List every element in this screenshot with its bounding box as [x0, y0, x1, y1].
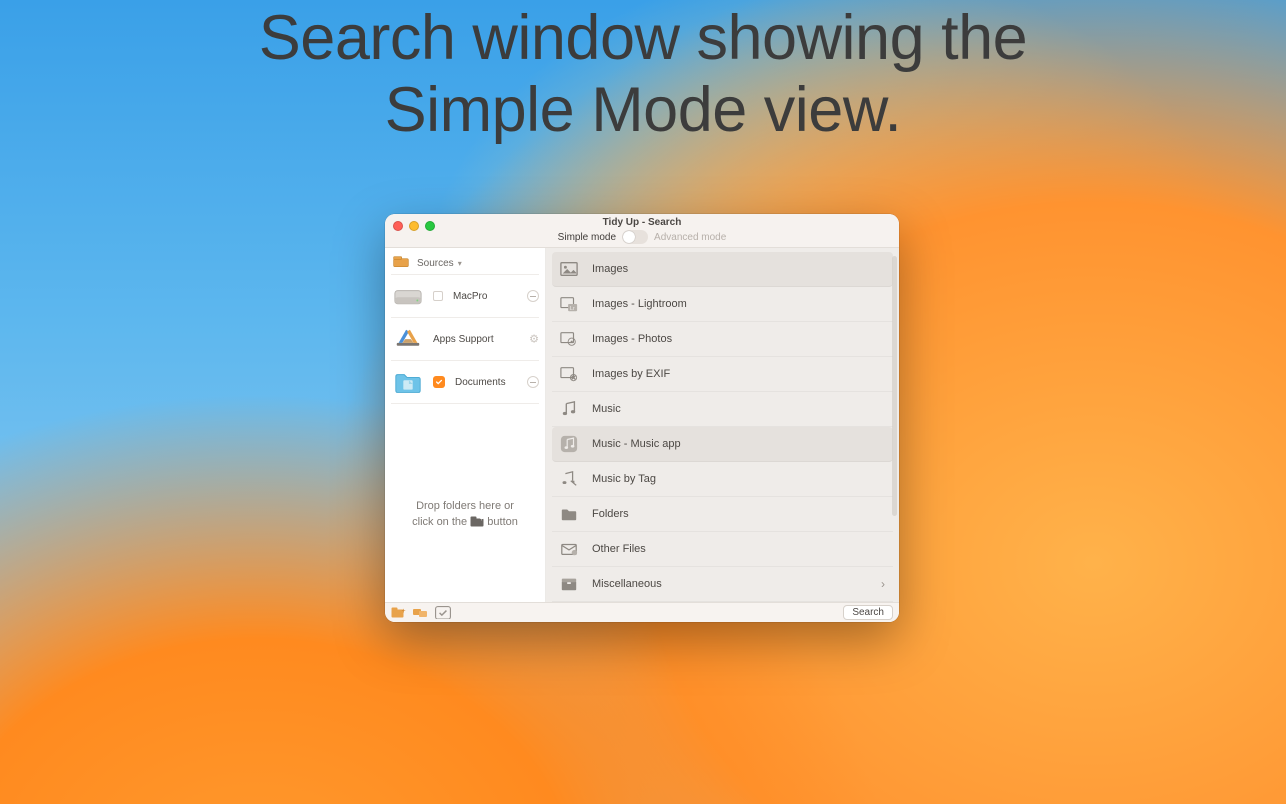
drives-icon — [393, 256, 409, 270]
close-button[interactable] — [393, 221, 403, 231]
checkbox-checked[interactable] — [433, 376, 445, 388]
source-label: Documents — [455, 377, 506, 388]
mode-simple-label[interactable]: Simple mode — [558, 232, 616, 243]
add-folder-icon: + — [470, 516, 484, 532]
folder-icon — [560, 505, 578, 523]
drop-hint: Drop folders here or click on the + butt… — [385, 499, 545, 602]
gear-icon[interactable]: ⚙ — [529, 333, 539, 346]
search-button[interactable]: Search — [843, 605, 893, 620]
source-label: Apps Support — [433, 334, 494, 345]
category-images-lightroom[interactable]: Lr Images - Lightroom — [552, 287, 893, 322]
app-window: Tidy Up - Search Simple mode Advanced mo… — [385, 214, 899, 622]
category-label: Music — [592, 403, 621, 415]
category-label: Other Files — [592, 543, 646, 555]
category-label: Music by Tag — [592, 473, 656, 485]
svg-text:+: + — [402, 608, 406, 615]
category-images-exif[interactable]: Images by EXIF — [552, 357, 893, 392]
category-images[interactable]: Images — [552, 252, 893, 287]
image-lightroom-icon: Lr — [560, 295, 578, 313]
music-app-icon — [560, 435, 578, 453]
footer-toolbar: + Search — [385, 602, 899, 622]
mode-segmented: Simple mode Advanced mode — [558, 230, 727, 244]
source-item-apps-support[interactable]: Apps Support ⚙ — [385, 318, 545, 360]
window-controls — [393, 221, 435, 231]
image-exif-icon — [560, 365, 578, 383]
category-list: Images Lr Images - Lightroom Images - Ph… — [546, 248, 899, 602]
box-icon — [560, 575, 578, 593]
remove-source-button[interactable] — [527, 376, 539, 388]
marketing-headline: Search window showing the Simple Mode vi… — [0, 2, 1286, 147]
drop-hint-line1: Drop folders here or — [416, 500, 514, 512]
drop-hint-line2a: click on the — [412, 516, 470, 528]
window-title: Tidy Up - Search — [603, 217, 682, 228]
minimize-button[interactable] — [409, 221, 419, 231]
chevron-right-icon: › — [881, 577, 885, 591]
add-folder-button[interactable]: + — [391, 606, 407, 620]
category-label: Images - Photos — [592, 333, 672, 345]
category-label: Images - Lightroom — [592, 298, 687, 310]
category-images-photos[interactable]: Images - Photos — [552, 322, 893, 357]
documents-folder-icon — [393, 369, 423, 395]
category-label: Images — [592, 263, 628, 275]
category-label: Folders — [592, 508, 629, 520]
category-label: Miscellaneous — [592, 578, 662, 590]
category-music-app[interactable]: Music - Music app — [552, 427, 893, 462]
category-label: Images by EXIF — [592, 368, 670, 380]
checkbox-unchecked[interactable] — [433, 291, 443, 301]
headline-line1: Search window showing the — [259, 3, 1027, 73]
disk-icon — [393, 283, 423, 309]
categories-panel: Images Lr Images - Lightroom Images - Ph… — [546, 248, 899, 602]
music-tag-icon — [560, 470, 578, 488]
checked-list-button[interactable] — [435, 606, 451, 620]
image-photos-icon — [560, 330, 578, 348]
divider — [391, 403, 539, 404]
sources-header-label: Sources — [417, 258, 454, 269]
category-music-tag[interactable]: Music by Tag — [552, 462, 893, 497]
svg-text:Lr: Lr — [570, 306, 575, 312]
sources-sidebar: Sources ▾ MacPro — [385, 248, 546, 602]
zoom-button[interactable] — [425, 221, 435, 231]
music-icon — [560, 400, 578, 418]
mode-advanced-label[interactable]: Advanced mode — [654, 232, 726, 243]
mode-toggle[interactable] — [622, 230, 648, 244]
sources-header[interactable]: Sources ▾ — [385, 248, 545, 274]
apps-support-icon — [393, 326, 423, 352]
source-item-macpro[interactable]: MacPro — [385, 275, 545, 317]
tag-folders-button[interactable] — [413, 606, 429, 620]
window-body: Sources ▾ MacPro — [385, 248, 899, 602]
headline-line2: Simple Mode view. — [385, 75, 902, 145]
source-label: MacPro — [453, 291, 487, 302]
drop-hint-line2b: button — [484, 516, 518, 528]
category-miscellaneous[interactable]: Miscellaneous › — [552, 567, 893, 602]
category-label: Music - Music app — [592, 438, 681, 450]
category-music[interactable]: Music — [552, 392, 893, 427]
other-files-icon — [560, 540, 578, 558]
category-other-files[interactable]: Other Files — [552, 532, 893, 567]
category-folders[interactable]: Folders — [552, 497, 893, 532]
image-icon — [560, 260, 578, 278]
remove-source-button[interactable] — [527, 290, 539, 302]
titlebar: Tidy Up - Search Simple mode Advanced mo… — [385, 214, 899, 248]
scrollbar[interactable] — [892, 256, 897, 516]
source-item-documents[interactable]: Documents — [385, 361, 545, 403]
chevron-down-icon: ▾ — [458, 259, 462, 268]
